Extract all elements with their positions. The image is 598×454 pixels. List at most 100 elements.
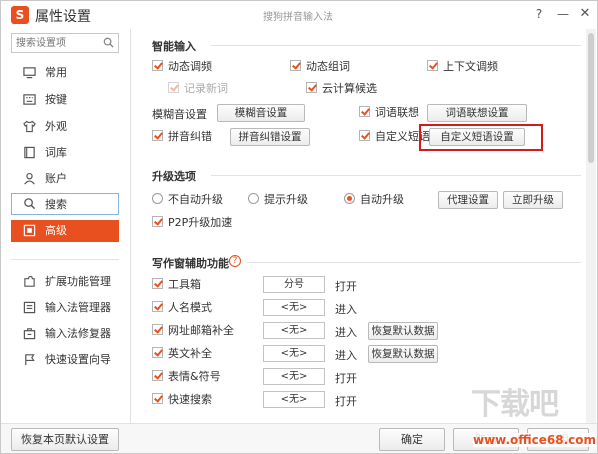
checkbox-box[interactable] [152, 301, 163, 312]
sidebar-item-advanced[interactable]: 高级 [11, 220, 119, 242]
section-divider [211, 175, 581, 176]
quick-search-hotkey-field[interactable]: <无> [263, 391, 325, 408]
advanced-icon [23, 224, 36, 237]
checkbox-box[interactable] [152, 278, 163, 289]
sidebar-item-label: 高级 [45, 224, 67, 237]
cloud-calc-checkbox[interactable]: 云计算候选 [306, 82, 377, 96]
url-email-action-label: 进入 [335, 326, 357, 339]
radio-no-auto-upgrade[interactable]: 不自动升级 [152, 193, 223, 207]
checkbox-box[interactable] [152, 324, 163, 335]
checkbox-label: 云计算候选 [322, 82, 377, 95]
sidebar-item-search[interactable]: 搜索 [11, 193, 119, 215]
writing-assist-section-title: 写作窗辅助功能 [152, 257, 229, 270]
checkbox-box[interactable] [152, 370, 163, 381]
english-completion-restore-button[interactable]: 恢复默认数据 [368, 345, 438, 363]
checkbox-label: 拼音纠错 [168, 130, 212, 143]
settings-search-box[interactable] [11, 33, 119, 53]
emoji-symbol-hotkey-field[interactable]: <无> [263, 368, 325, 385]
close-button[interactable]: ✕ [575, 4, 595, 24]
toolbox-action-label: 打开 [335, 280, 357, 293]
checkbox-box[interactable] [359, 106, 370, 117]
checkbox-box[interactable] [306, 82, 317, 93]
site-watermark: 下载吧 www.office68.com [471, 379, 597, 449]
checkbox-box[interactable] [152, 130, 163, 141]
emoji-symbol-checkbox[interactable]: 表情&符号 [152, 370, 221, 384]
word-association-settings-button[interactable]: 词语联想设置 [427, 104, 527, 122]
quick-search-action-label: 打开 [335, 395, 357, 408]
sidebar-item-label: 输入法管理器 [45, 301, 111, 314]
pinyin-correction-settings-button[interactable]: 拼音纠错设置 [230, 128, 310, 146]
checkbox-label: 人名模式 [168, 301, 212, 314]
content-scrollbar[interactable] [586, 29, 596, 423]
checkbox-label: 表情&符号 [168, 370, 221, 383]
settings-search-input[interactable] [12, 34, 96, 52]
help-button[interactable]: ? [529, 4, 549, 24]
sidebar-tool-ime-manager[interactable]: 输入法管理器 [11, 297, 119, 319]
radio-auto-upgrade[interactable]: 自动升级 [344, 193, 404, 207]
radio-dot[interactable] [248, 193, 259, 204]
upgrade-now-button[interactable]: 立即升级 [503, 191, 563, 209]
quick-search-checkbox[interactable]: 快速搜索 [152, 393, 212, 407]
dynamic-freq-checkbox[interactable]: 动态调频 [152, 60, 212, 74]
restore-page-defaults-button[interactable]: 恢复本页默认设置 [11, 428, 119, 451]
extension-icon [24, 275, 35, 287]
fuzzy-sound-settings-button[interactable]: 模糊音设置 [217, 104, 305, 122]
name-mode-hotkey-field[interactable]: <无> [263, 299, 325, 316]
watermark-logo-text: 下载吧 [471, 387, 559, 422]
radio-dot[interactable] [344, 193, 355, 204]
checkbox-box[interactable] [290, 60, 301, 71]
checkbox-box[interactable] [152, 347, 163, 358]
url-email-restore-button[interactable]: 恢复默认数据 [368, 322, 438, 340]
radio-prompt-upgrade[interactable]: 提示升级 [248, 193, 308, 207]
proxy-settings-button[interactable]: 代理设置 [438, 191, 498, 209]
window-caption: 搜狗拼音输入法 [263, 12, 333, 23]
english-completion-checkbox[interactable]: 英文补全 [152, 347, 212, 361]
sidebar-item-common[interactable]: 常用 [11, 62, 119, 84]
checkbox-box[interactable] [152, 216, 163, 227]
sidebar-item-label: 按键 [45, 93, 67, 106]
name-mode-action-label: 进入 [335, 303, 357, 316]
url-email-hotkey-field[interactable]: <无> [263, 322, 325, 339]
sidebar-tool-quick-setup-wizard[interactable]: 快速设置向导 [11, 349, 119, 371]
dynamic-group-checkbox[interactable]: 动态组词 [290, 60, 350, 74]
name-mode-checkbox[interactable]: 人名模式 [152, 301, 212, 315]
toolbox-checkbox[interactable]: 工具箱 [152, 278, 201, 292]
context-freq-checkbox[interactable]: 上下文调频 [427, 60, 498, 74]
checkbox-box[interactable] [168, 82, 179, 93]
repair-icon [23, 328, 36, 340]
p2p-upgrade-checkbox[interactable]: P2P升级加速 [152, 216, 232, 230]
english-completion-hotkey-field[interactable]: <无> [263, 345, 325, 362]
memorize-new-checkbox[interactable]: 记录新词 [168, 82, 228, 96]
checkbox-box[interactable] [152, 60, 163, 71]
section-divider [247, 262, 581, 263]
sidebar-item-account[interactable]: 账户 [11, 168, 119, 190]
sidebar-item-lexicon[interactable]: 词库 [11, 142, 119, 164]
checkbox-label: 上下文调频 [443, 60, 498, 73]
minimize-button[interactable]: — [553, 4, 573, 24]
ok-button[interactable]: 确定 [379, 428, 445, 451]
scrollbar-thumb[interactable] [588, 33, 594, 163]
checkbox-box[interactable] [427, 60, 438, 71]
sidebar-item-appearance[interactable]: 外观 [11, 116, 119, 138]
help-icon[interactable]: ? [229, 255, 241, 267]
sidebar-item-label: 扩展功能管理 [45, 275, 111, 288]
title-bar: S 属性设置 搜狗拼音输入法 ? — ✕ [1, 1, 597, 29]
highlight-annotation-box [419, 124, 543, 151]
checkbox-label: 记录新词 [184, 82, 228, 95]
sidebar-tool-extension-manager[interactable]: 扩展功能管理 [11, 271, 119, 293]
url-email-completion-checkbox[interactable]: 网址邮箱补全 [152, 324, 234, 338]
properties-window: S 属性设置 搜狗拼音输入法 ? — ✕ 常用 按键 外观 词库 账户 [0, 0, 598, 454]
sidebar-tool-ime-repair[interactable]: 输入法修复器 [11, 323, 119, 345]
radio-dot[interactable] [152, 193, 163, 204]
checkbox-box[interactable] [152, 393, 163, 404]
watermark-site-url: www.office68.com [473, 433, 597, 447]
sidebar-item-keys[interactable]: 按键 [11, 89, 119, 111]
checkbox-box[interactable] [359, 130, 370, 141]
search-icon[interactable] [103, 37, 114, 48]
sidebar-divider [11, 259, 119, 260]
upgrade-section-title: 升级选项 [152, 170, 196, 183]
manager-icon [23, 301, 36, 314]
toolbox-hotkey-field[interactable]: 分号 [263, 276, 325, 293]
pinyin-correction-checkbox[interactable]: 拼音纠错 [152, 130, 212, 144]
word-association-checkbox[interactable]: 词语联想 [359, 106, 419, 120]
